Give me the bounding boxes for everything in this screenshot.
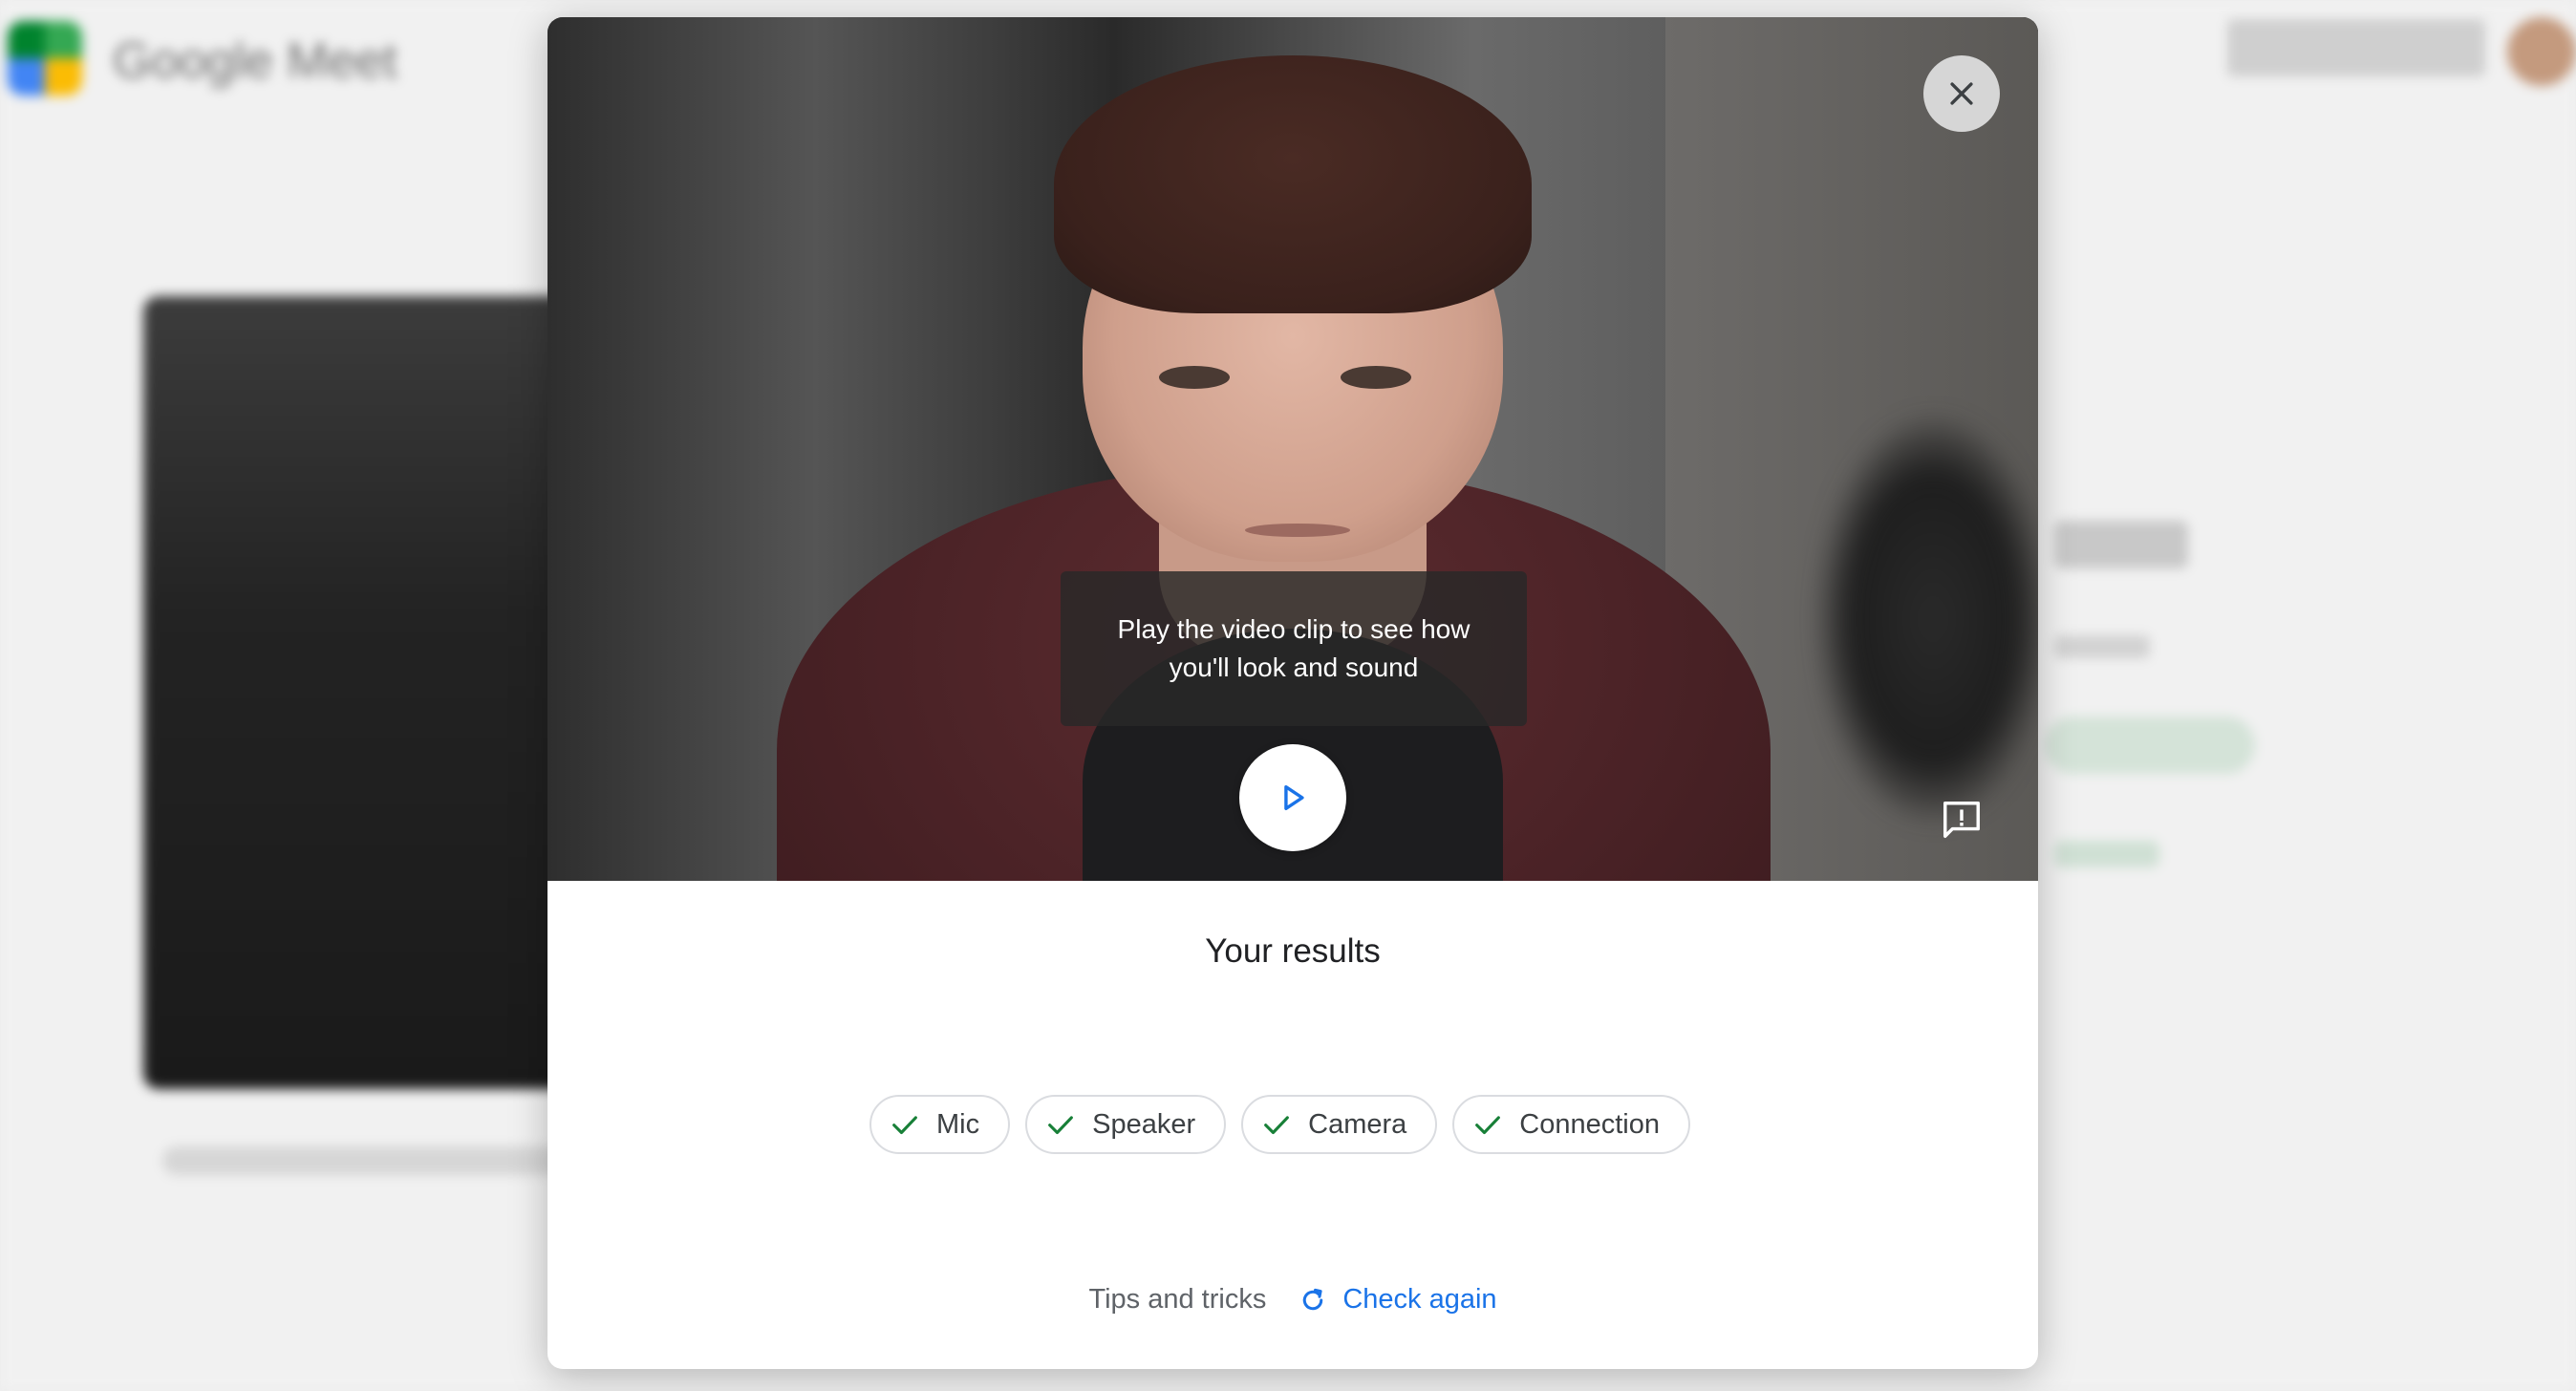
dialog-footer: Tips and tricks Check again [547, 1284, 2038, 1316]
check-icon [1475, 1116, 1501, 1135]
video-person-eye [1341, 366, 1411, 389]
video-clip[interactable]: Play the video clip to see how you'll lo… [547, 17, 2038, 881]
result-chip-label: Connection [1519, 1108, 1660, 1140]
check-icon [892, 1116, 917, 1135]
account-info [2227, 19, 2485, 76]
play-hint-tooltip: Play the video clip to see how you'll lo… [1061, 571, 1527, 726]
close-icon [1950, 82, 1973, 105]
check-results-dialog: Play the video clip to see how you'll lo… [547, 17, 2038, 1369]
check-results-list: Mic Speaker Camera Connection [869, 1095, 1690, 1154]
background-link [2054, 841, 2159, 867]
tooltip-line: Play the video clip to see how [1117, 614, 1470, 644]
refresh-icon [1303, 1288, 1323, 1310]
result-chip-connection: Connection [1452, 1095, 1690, 1154]
avatar [2507, 17, 2576, 86]
result-chip-label: Speaker [1092, 1108, 1196, 1140]
play-icon [1284, 784, 1304, 811]
tooltip-line: you'll look and sound [1169, 653, 1419, 682]
check-icon [1048, 1116, 1074, 1135]
video-person-hair [1054, 55, 1532, 313]
video-person-eye [1159, 366, 1230, 389]
feedback-icon [1943, 802, 1980, 838]
background-preview-strip [162, 1146, 602, 1175]
video-blurred-object [1818, 418, 2038, 820]
result-chip-mic: Mic [869, 1095, 1011, 1154]
result-chip-camera: Camera [1241, 1095, 1438, 1154]
video-person-mouth [1245, 524, 1350, 537]
close-button[interactable] [1923, 55, 2000, 132]
result-chip-label: Camera [1308, 1108, 1407, 1140]
play-button[interactable] [1239, 744, 1346, 851]
feedback-button[interactable] [1933, 791, 1990, 848]
brand-name: Google Meet [113, 33, 397, 89]
background-join-button [2045, 717, 2255, 774]
check-again-button[interactable]: Check again [1299, 1284, 1497, 1316]
tips-and-tricks-link[interactable]: Tips and tricks [1088, 1284, 1266, 1316]
check-again-label: Check again [1342, 1284, 1497, 1315]
check-icon [1264, 1116, 1290, 1135]
results-title: Your results [1205, 932, 1381, 970]
meet-logo-icon [8, 21, 82, 96]
background-join-subtitle [2054, 635, 2150, 658]
result-chip-label: Mic [936, 1108, 980, 1140]
background-join-title [2054, 521, 2188, 568]
result-chip-speaker: Speaker [1025, 1095, 1227, 1154]
